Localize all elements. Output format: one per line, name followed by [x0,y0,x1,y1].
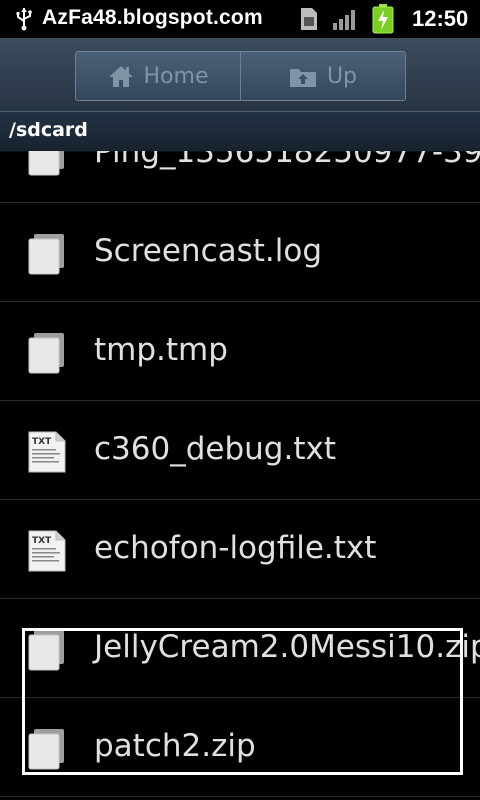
generic-file-icon [28,729,64,770]
generic-file-icon [28,151,64,176]
file-name: c360_debug.txt [94,431,336,467]
file-row[interactable]: TXT echofon-logfile.txt [0,500,480,599]
file-row[interactable]: Screencast.log [0,203,480,302]
text-file-icon: TXT [28,530,66,572]
file-name: tmp.tmp [94,332,228,368]
file-row[interactable]: TXT c360_debug.txt [0,401,480,500]
file-name: echofon-logfile.txt [94,530,377,566]
home-button-label: Home [143,63,209,89]
file-name: Ping_1356518250977-39 [94,151,480,170]
generic-file-icon [28,234,64,275]
battery-charging-icon [372,4,394,34]
path-bar: /sdcard [0,112,480,152]
file-row[interactable]: Ping_1356518250977-39 [0,151,480,203]
usb-icon [16,8,32,31]
status-bar-text: AzFa48.blogspot.com [42,6,263,29]
current-path: /sdcard [9,119,88,141]
file-row[interactable]: patch2.zip [0,698,480,797]
signal-icon [333,10,355,30]
text-file-icon: TXT [28,431,66,473]
navigation-button-group: Home Up [75,51,406,101]
file-name: patch2.zip [94,728,256,764]
file-name: Screencast.log [94,233,323,269]
clock: 12:50 [412,6,469,31]
generic-file-icon [28,630,64,671]
file-name: JellyCream2.0Messi10.zip [94,629,480,665]
file-row[interactable]: JellyCream2.0Messi10.zip [0,599,480,698]
toolbar: Home Up [0,38,480,112]
status-bar: AzFa48.blogspot.com 12:50 [0,0,480,38]
home-button[interactable]: Home [76,52,240,100]
sim-card-icon [301,8,317,30]
file-list: Ping_1356518250977-39 Screencast.log tmp… [0,151,480,800]
svg-text:TXT: TXT [32,437,52,447]
up-button[interactable]: Up [240,52,405,100]
home-icon [108,66,133,87]
generic-file-icon [28,333,64,374]
folder-up-icon [289,69,316,87]
file-row[interactable]: tmp.tmp [0,302,480,401]
svg-text:TXT: TXT [32,536,52,546]
up-button-label: Up [326,63,358,89]
